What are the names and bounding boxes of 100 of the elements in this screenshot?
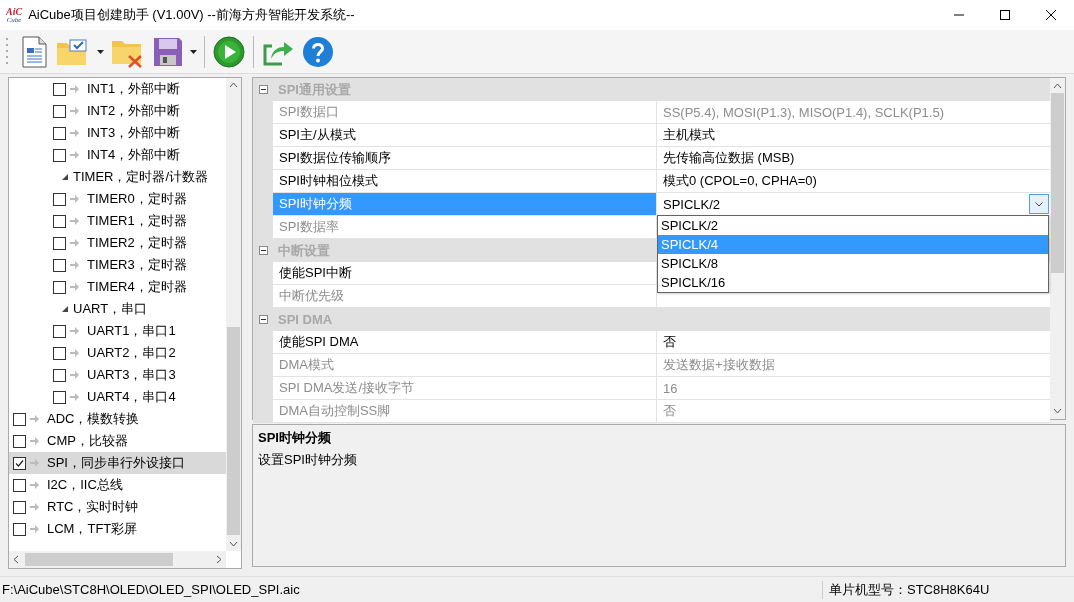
arrow-icon [70, 327, 79, 335]
scroll-thumb[interactable] [227, 327, 240, 535]
tree-label: TIMER1，定时器 [87, 212, 187, 230]
tree-item[interactable]: UART，串口 [9, 298, 226, 320]
collapse-icon[interactable] [259, 315, 268, 324]
property-value[interactable]: 先传输高位数据 (MSB) [657, 147, 1050, 170]
tree-label: TIMER2，定时器 [87, 234, 187, 252]
arrow-icon [30, 437, 39, 445]
checkbox[interactable] [13, 522, 26, 536]
checkbox[interactable] [53, 258, 66, 272]
checkbox[interactable] [53, 148, 66, 162]
checkbox[interactable] [13, 500, 26, 514]
scroll-left-icon[interactable] [13, 555, 19, 564]
collapse-icon[interactable] [259, 246, 268, 255]
tree-item[interactable]: TIMER2，定时器 [9, 232, 226, 254]
window-title: AiCube项目创建助手 (V1.00V) --前海方舟智能开发系统-- [28, 6, 355, 24]
checkbox[interactable] [53, 104, 66, 118]
dropdown-option[interactable]: SPICLK/16 [658, 273, 1048, 292]
expander-icon[interactable] [61, 173, 69, 181]
expander-icon[interactable] [61, 305, 69, 313]
arrow-icon [70, 129, 79, 137]
caret-icon[interactable] [96, 47, 105, 56]
tree-item[interactable]: TIMER4，定时器 [9, 276, 226, 298]
section-title: SPI DMA [278, 312, 333, 327]
arrow-icon [70, 349, 79, 357]
checkbox[interactable] [53, 126, 66, 140]
scroll-right-icon[interactable] [216, 555, 222, 564]
arrow-icon [70, 283, 79, 291]
property-value[interactable]: 主机模式 [657, 124, 1050, 147]
checkbox[interactable] [53, 346, 66, 360]
caret-icon[interactable] [189, 47, 198, 56]
checkbox[interactable] [13, 412, 26, 426]
tree-item[interactable]: TIMER，定时器/计数器 [9, 166, 226, 188]
checkbox[interactable] [13, 478, 26, 492]
checkbox[interactable] [13, 456, 26, 470]
tree-item[interactable]: RTC，实时时钟 [9, 496, 226, 518]
vertical-scrollbar[interactable] [226, 78, 241, 551]
tree-item[interactable]: INT4，外部中断 [9, 144, 226, 166]
tree-item[interactable]: INT2，外部中断 [9, 100, 226, 122]
arrow-icon [70, 217, 79, 225]
tree-item[interactable]: UART2，串口2 [9, 342, 226, 364]
tree-item[interactable]: TIMER3，定时器 [9, 254, 226, 276]
checkbox[interactable] [53, 214, 66, 228]
arrow-icon [70, 239, 79, 247]
tree-label: TIMER4，定时器 [87, 278, 187, 296]
tree-item[interactable]: UART4，串口4 [9, 386, 226, 408]
property-name[interactable]: 使能SPI中断 [273, 262, 657, 285]
chip-model: 单片机型号：STC8H8K64U [822, 580, 1074, 599]
property-name[interactable]: SPI数据位传输顺序 [273, 147, 657, 170]
property-name[interactable]: SPI主/从模式 [273, 124, 657, 147]
tree-item[interactable]: ADC，模数转换 [9, 408, 226, 430]
chevron-icon [1035, 201, 1043, 207]
property-name[interactable]: 使能SPI DMA [273, 331, 657, 354]
tree-item[interactable]: UART3，串口3 [9, 364, 226, 386]
checkbox[interactable] [53, 324, 66, 338]
scroll-up-icon[interactable] [1053, 83, 1062, 89]
tree-label: UART，串口 [73, 300, 148, 318]
tree-label: UART4，串口4 [87, 388, 176, 406]
tree-item[interactable]: INT1，外部中断 [9, 78, 226, 100]
checkbox[interactable] [53, 368, 66, 382]
run-icon[interactable] [211, 33, 247, 70]
checkbox[interactable] [53, 192, 66, 206]
scroll-down-icon[interactable] [229, 541, 238, 547]
tree-label: TIMER0，定时器 [87, 190, 187, 208]
dropdown-value: SPICLK/2 [663, 196, 722, 212]
checkbox[interactable] [53, 280, 66, 294]
arrow-icon [70, 195, 79, 203]
scroll-down-icon[interactable] [1053, 408, 1062, 414]
arrow-icon [30, 415, 39, 423]
tree-label: INT2，外部中断 [87, 102, 181, 120]
checkbox[interactable] [53, 390, 66, 404]
section-title: 中断设置 [278, 241, 330, 260]
collapse-icon[interactable] [259, 85, 268, 94]
arrow-icon [30, 525, 39, 533]
property-value[interactable]: 模式0 (CPOL=0, CPHA=0) [657, 170, 1050, 193]
tree-item[interactable]: TIMER0，定时器 [9, 188, 226, 210]
tree-item[interactable]: CMP，比较器 [9, 430, 226, 452]
scroll-thumb[interactable] [1051, 93, 1064, 273]
dropdown-option[interactable]: SPICLK/2 [658, 216, 1048, 235]
tree-item[interactable]: SPI，同步串行外设接口 [9, 452, 226, 474]
tree-item[interactable]: INT3，外部中断 [9, 122, 226, 144]
tree-label: CMP，比较器 [47, 432, 128, 450]
tree-item[interactable]: I2C，IIC总线 [9, 474, 226, 496]
checkbox[interactable] [53, 236, 66, 250]
checkbox[interactable] [13, 434, 26, 448]
property-name[interactable]: SPI时钟相位模式 [273, 170, 657, 193]
scroll-thumb[interactable] [25, 553, 173, 566]
tree-label: UART3，串口3 [87, 366, 176, 384]
maximize-icon [999, 9, 1011, 21]
tree-item[interactable]: TIMER1，定时器 [9, 210, 226, 232]
checkbox[interactable] [53, 82, 66, 96]
tree-item[interactable]: UART1，串口1 [9, 320, 226, 342]
arrow-icon [70, 151, 79, 159]
tree-item[interactable]: LCM，TFT彩屏 [9, 518, 226, 540]
horizontal-scrollbar[interactable] [9, 551, 226, 568]
vertical-scrollbar[interactable] [1050, 78, 1065, 419]
scroll-up-icon[interactable] [229, 82, 238, 88]
tree-label: UART1，串口1 [87, 322, 176, 340]
property-value[interactable]: 否 [657, 331, 1050, 354]
tree-label: UART2，串口2 [87, 344, 176, 362]
